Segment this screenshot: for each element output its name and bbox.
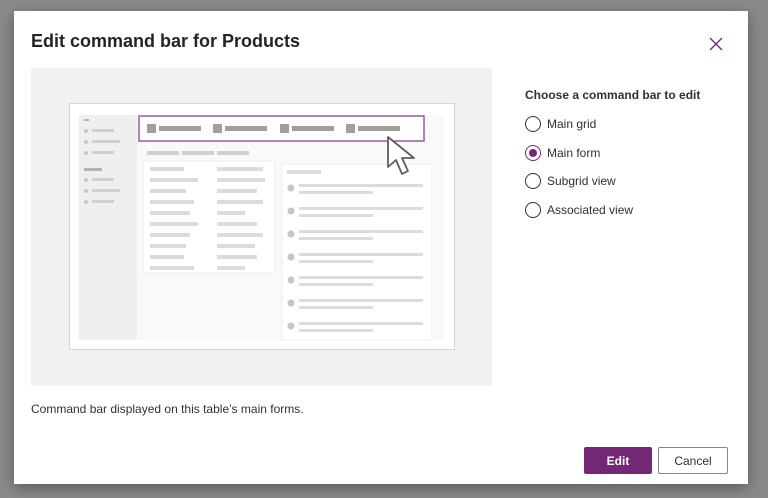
radio-label: Subgrid view [547, 174, 616, 189]
dialog: Edit command bar for Products Command ba… [14, 11, 748, 484]
cancel-button[interactable]: Cancel [658, 447, 728, 474]
radio-button-icon[interactable] [525, 116, 541, 132]
radio-label: Associated view [547, 202, 634, 217]
radio-main-grid[interactable]: Main grid [525, 114, 633, 134]
mock-app-drawing [79, 115, 444, 341]
radio-label: Main grid [547, 117, 597, 131]
dialog-title: Edit command bar for Products [31, 31, 301, 51]
radio-button-icon[interactable] [525, 201, 541, 218]
description-text: Command bar displayed on this table’s ma… [31, 402, 304, 416]
close-icon[interactable] [708, 36, 724, 52]
preview-illustration [31, 68, 492, 386]
radio-button-icon[interactable] [525, 173, 541, 190]
radio-button-selected-icon[interactable] [525, 144, 541, 161]
radio-associated-view[interactable]: Associated view [525, 200, 633, 220]
radio-subgrid-view[interactable]: Subgrid view [525, 171, 633, 191]
radio-main-form[interactable]: Main form [525, 143, 633, 163]
mock-app-window [69, 103, 455, 350]
edit-button[interactable]: Edit [584, 447, 652, 474]
mock-sidebar [79, 115, 137, 340]
command-bar-radio-group: Main grid Main form Subgrid view Associa… [525, 114, 633, 228]
chooser-label: Choose a command bar to edit [525, 88, 701, 102]
radio-label: Main form [547, 145, 601, 160]
